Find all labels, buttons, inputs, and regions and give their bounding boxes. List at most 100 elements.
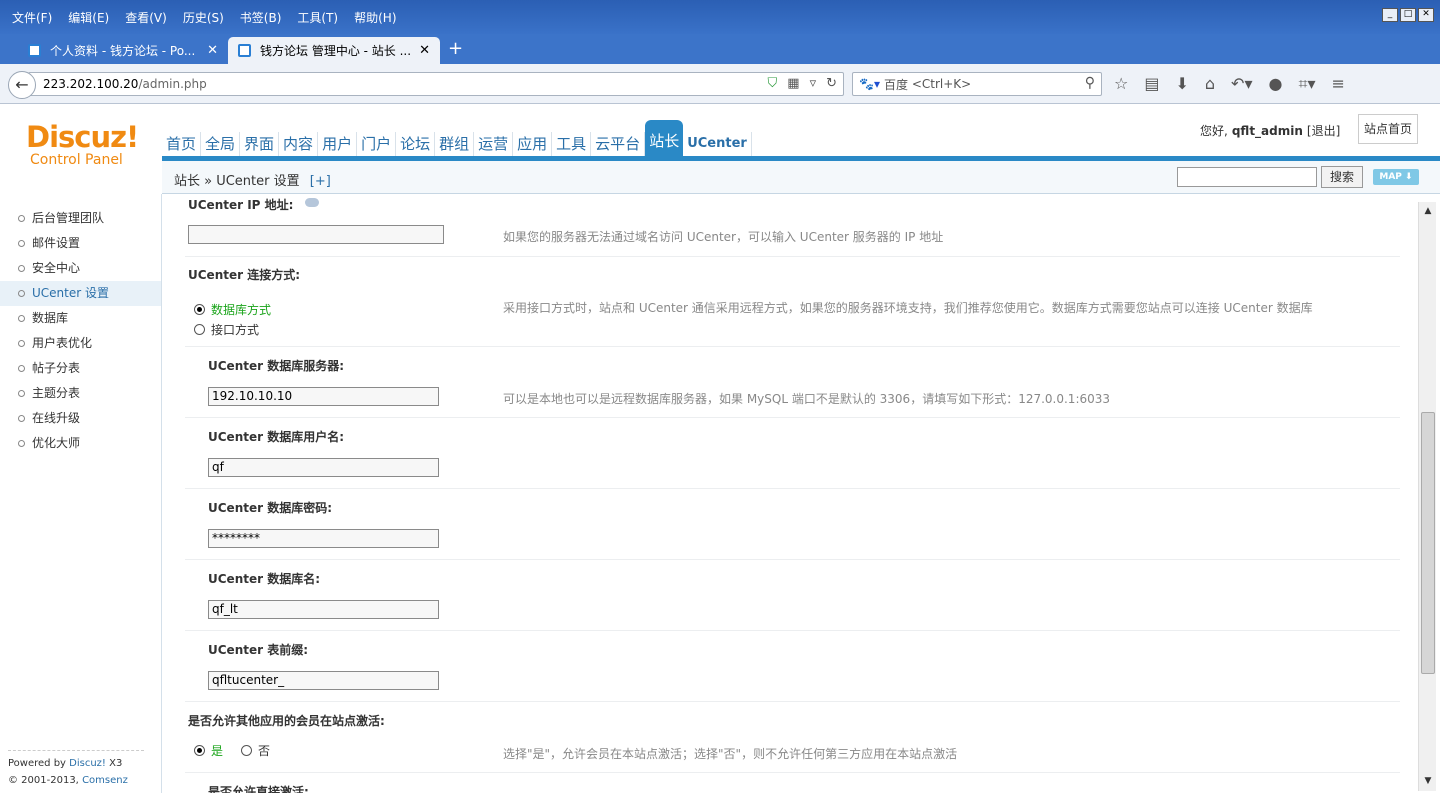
prefix-input[interactable]: qfltucenter_: [208, 671, 439, 690]
menu-file[interactable]: 文件(F): [4, 9, 60, 27]
sidebar-item-admin-team[interactable]: 后台管理团队: [0, 206, 161, 231]
next-label: 是否允许直接激活:: [208, 785, 309, 793]
admin-search-input[interactable]: [1177, 167, 1317, 187]
nav-home[interactable]: 首页: [162, 132, 202, 158]
nav-portal[interactable]: 门户: [357, 132, 397, 158]
scroll-down-icon[interactable]: ▼: [1421, 774, 1435, 788]
nav-forum[interactable]: 论坛: [396, 132, 436, 158]
menu-edit[interactable]: 编辑(E): [60, 9, 117, 27]
page-favicon-icon: [28, 44, 41, 57]
nav-cloud[interactable]: 云平台: [591, 132, 646, 158]
map-button[interactable]: MAP ⬇: [1373, 169, 1419, 185]
admin-search-button[interactable]: 搜索: [1321, 166, 1363, 188]
reading-list-icon[interactable]: ▤: [1144, 74, 1159, 94]
scroll-up-icon[interactable]: ▲: [1421, 204, 1435, 218]
close-window-icon[interactable]: ✕: [1418, 8, 1434, 22]
url-path: /admin.php: [138, 77, 207, 91]
scroll-thumb[interactable]: [1421, 412, 1435, 674]
nav-interface[interactable]: 界面: [240, 132, 280, 158]
radio-database-mode[interactable]: 数据库方式: [194, 301, 271, 318]
url-bar-icons: ⛉ ▦ ▿ ↻: [768, 76, 838, 91]
menu-view[interactable]: 查看(V): [117, 9, 175, 27]
db-server-label: UCenter 数据库服务器:: [208, 359, 345, 373]
sidebar-footer: Powered by Discuz! X3 © 2001-2013, Comse…: [8, 750, 144, 793]
menu-help[interactable]: 帮助(H): [346, 9, 404, 27]
nav-apps[interactable]: 应用: [513, 132, 553, 158]
sidebar-item-user-table[interactable]: 用户表优化: [0, 331, 161, 356]
nav-content[interactable]: 内容: [279, 132, 319, 158]
back-button[interactable]: ←: [8, 71, 36, 99]
radio-dot-icon: [241, 745, 252, 756]
sidebar-item-upgrade[interactable]: 在线升级: [0, 406, 161, 431]
radio-label: 数据库方式: [211, 303, 272, 317]
reload-icon[interactable]: ↻: [826, 76, 837, 91]
dropdown-arrow-icon[interactable]: ▿: [810, 76, 817, 91]
radio-label: 否: [258, 744, 271, 758]
navigation-toolbar: 223.202.100.20/admin.php ⛉ ▦ ▿ ↻ ← 🐾▾ 百度…: [0, 64, 1440, 104]
search-icon[interactable]: ⚲: [1085, 75, 1095, 91]
db-pass-input[interactable]: ********: [208, 529, 439, 548]
toolbar-icons: ☆ ▤ ⬇ ⌂ ↶▾ ● ⌗▾ ≡: [1114, 74, 1345, 94]
ip-label-text: UCenter IP 地址:: [188, 198, 294, 212]
prefix-label: UCenter 表前缀:: [208, 643, 309, 657]
logout-link[interactable]: [退出]: [1307, 122, 1340, 139]
admin-header: Discuz! Control Panel 首页 全局 界面 内容 用户 门户 …: [0, 104, 1440, 194]
ip-tip: 如果您的服务器无法通过域名访问 UCenter，可以输入 UCenter 服务器…: [503, 230, 944, 244]
hamburger-menu-icon[interactable]: ≡: [1331, 74, 1344, 94]
shield-icon[interactable]: ⛉: [768, 76, 778, 91]
radio-activate-no[interactable]: 否: [241, 742, 270, 759]
sidebar-item-mail[interactable]: 邮件设置: [0, 231, 161, 256]
url-bar[interactable]: 223.202.100.20/admin.php ⛉ ▦ ▿ ↻: [28, 72, 844, 96]
nav-tools[interactable]: 工具: [552, 132, 592, 158]
sidebar-item-ucenter[interactable]: UCenter 设置: [0, 281, 161, 306]
radio-label: 接口方式: [211, 323, 260, 337]
chat-icon[interactable]: ●: [1268, 74, 1282, 94]
search-placeholder: <Ctrl+K>: [911, 77, 972, 91]
menu-history[interactable]: 历史(S): [175, 9, 232, 27]
search-bar[interactable]: 🐾▾ 百度 <Ctrl+K> ⚲: [852, 72, 1102, 96]
sidebar-item-post-split[interactable]: 帖子分表: [0, 356, 161, 381]
menu-tools[interactable]: 工具(T): [289, 9, 346, 27]
breadcrumb-bar: 站长 » UCenter 设置 [+] 搜索 MAP ⬇: [162, 161, 1440, 194]
bookmark-star-icon[interactable]: ☆: [1114, 74, 1128, 94]
sidebar-item-database[interactable]: 数据库: [0, 306, 161, 331]
nav-global[interactable]: 全局: [201, 132, 241, 158]
nav-groups[interactable]: 群组: [435, 132, 475, 158]
minimize-icon[interactable]: _: [1382, 8, 1398, 22]
add-shortcut-link[interactable]: [+]: [310, 174, 331, 189]
radio-activate-yes[interactable]: 是: [194, 742, 223, 759]
menu-bookmarks[interactable]: 书签(B): [232, 9, 290, 27]
new-tab-icon[interactable]: +: [448, 38, 463, 59]
breadcrumb-text: 站长 » UCenter 设置: [174, 174, 300, 189]
crop-icon[interactable]: ⌗▾: [1298, 74, 1315, 94]
qr-code-icon[interactable]: ▦: [787, 76, 799, 91]
row-divider: [185, 772, 1400, 773]
browser-tab-admin[interactable]: 钱方论坛 管理中心 - 站长 ... ✕: [228, 37, 440, 64]
db-name-input[interactable]: qf_lt: [208, 600, 439, 619]
nav-operations[interactable]: 运营: [474, 132, 514, 158]
ucenter-ip-input[interactable]: [188, 225, 444, 244]
radio-interface-mode[interactable]: 接口方式: [194, 321, 259, 338]
site-home-button[interactable]: 站点首页: [1358, 114, 1418, 144]
maximize-icon[interactable]: □: [1400, 8, 1416, 22]
sidebar-item-security[interactable]: 安全中心: [0, 256, 161, 281]
discuz-link[interactable]: Discuz!: [69, 758, 106, 769]
sidebar-item-optimizer[interactable]: 优化大师: [0, 431, 161, 456]
close-tab-icon[interactable]: ✕: [419, 43, 430, 58]
db-user-label: UCenter 数据库用户名:: [208, 430, 345, 444]
db-user-input[interactable]: qf: [208, 458, 439, 477]
nav-ucenter[interactable]: UCenter: [683, 132, 752, 158]
greeting: 您好,: [1200, 124, 1228, 138]
page-favicon-icon: [238, 44, 251, 57]
baidu-icon[interactable]: 🐾▾: [859, 77, 880, 91]
db-server-input[interactable]: 192.10.10.10: [208, 387, 439, 406]
page-scrollbar[interactable]: ▲ ▼: [1418, 202, 1436, 791]
undo-icon[interactable]: ↶▾: [1231, 74, 1252, 94]
nav-webmaster[interactable]: 站长: [645, 120, 684, 158]
browser-tab-profile[interactable]: 个人资料 - 钱方论坛 - Po... ✕: [18, 37, 228, 64]
sidebar-item-thread-split[interactable]: 主题分表: [0, 381, 161, 406]
nav-users[interactable]: 用户: [318, 132, 358, 158]
download-icon[interactable]: ⬇: [1175, 74, 1188, 94]
close-tab-icon[interactable]: ✕: [207, 43, 218, 58]
home-icon[interactable]: ⌂: [1205, 74, 1215, 94]
